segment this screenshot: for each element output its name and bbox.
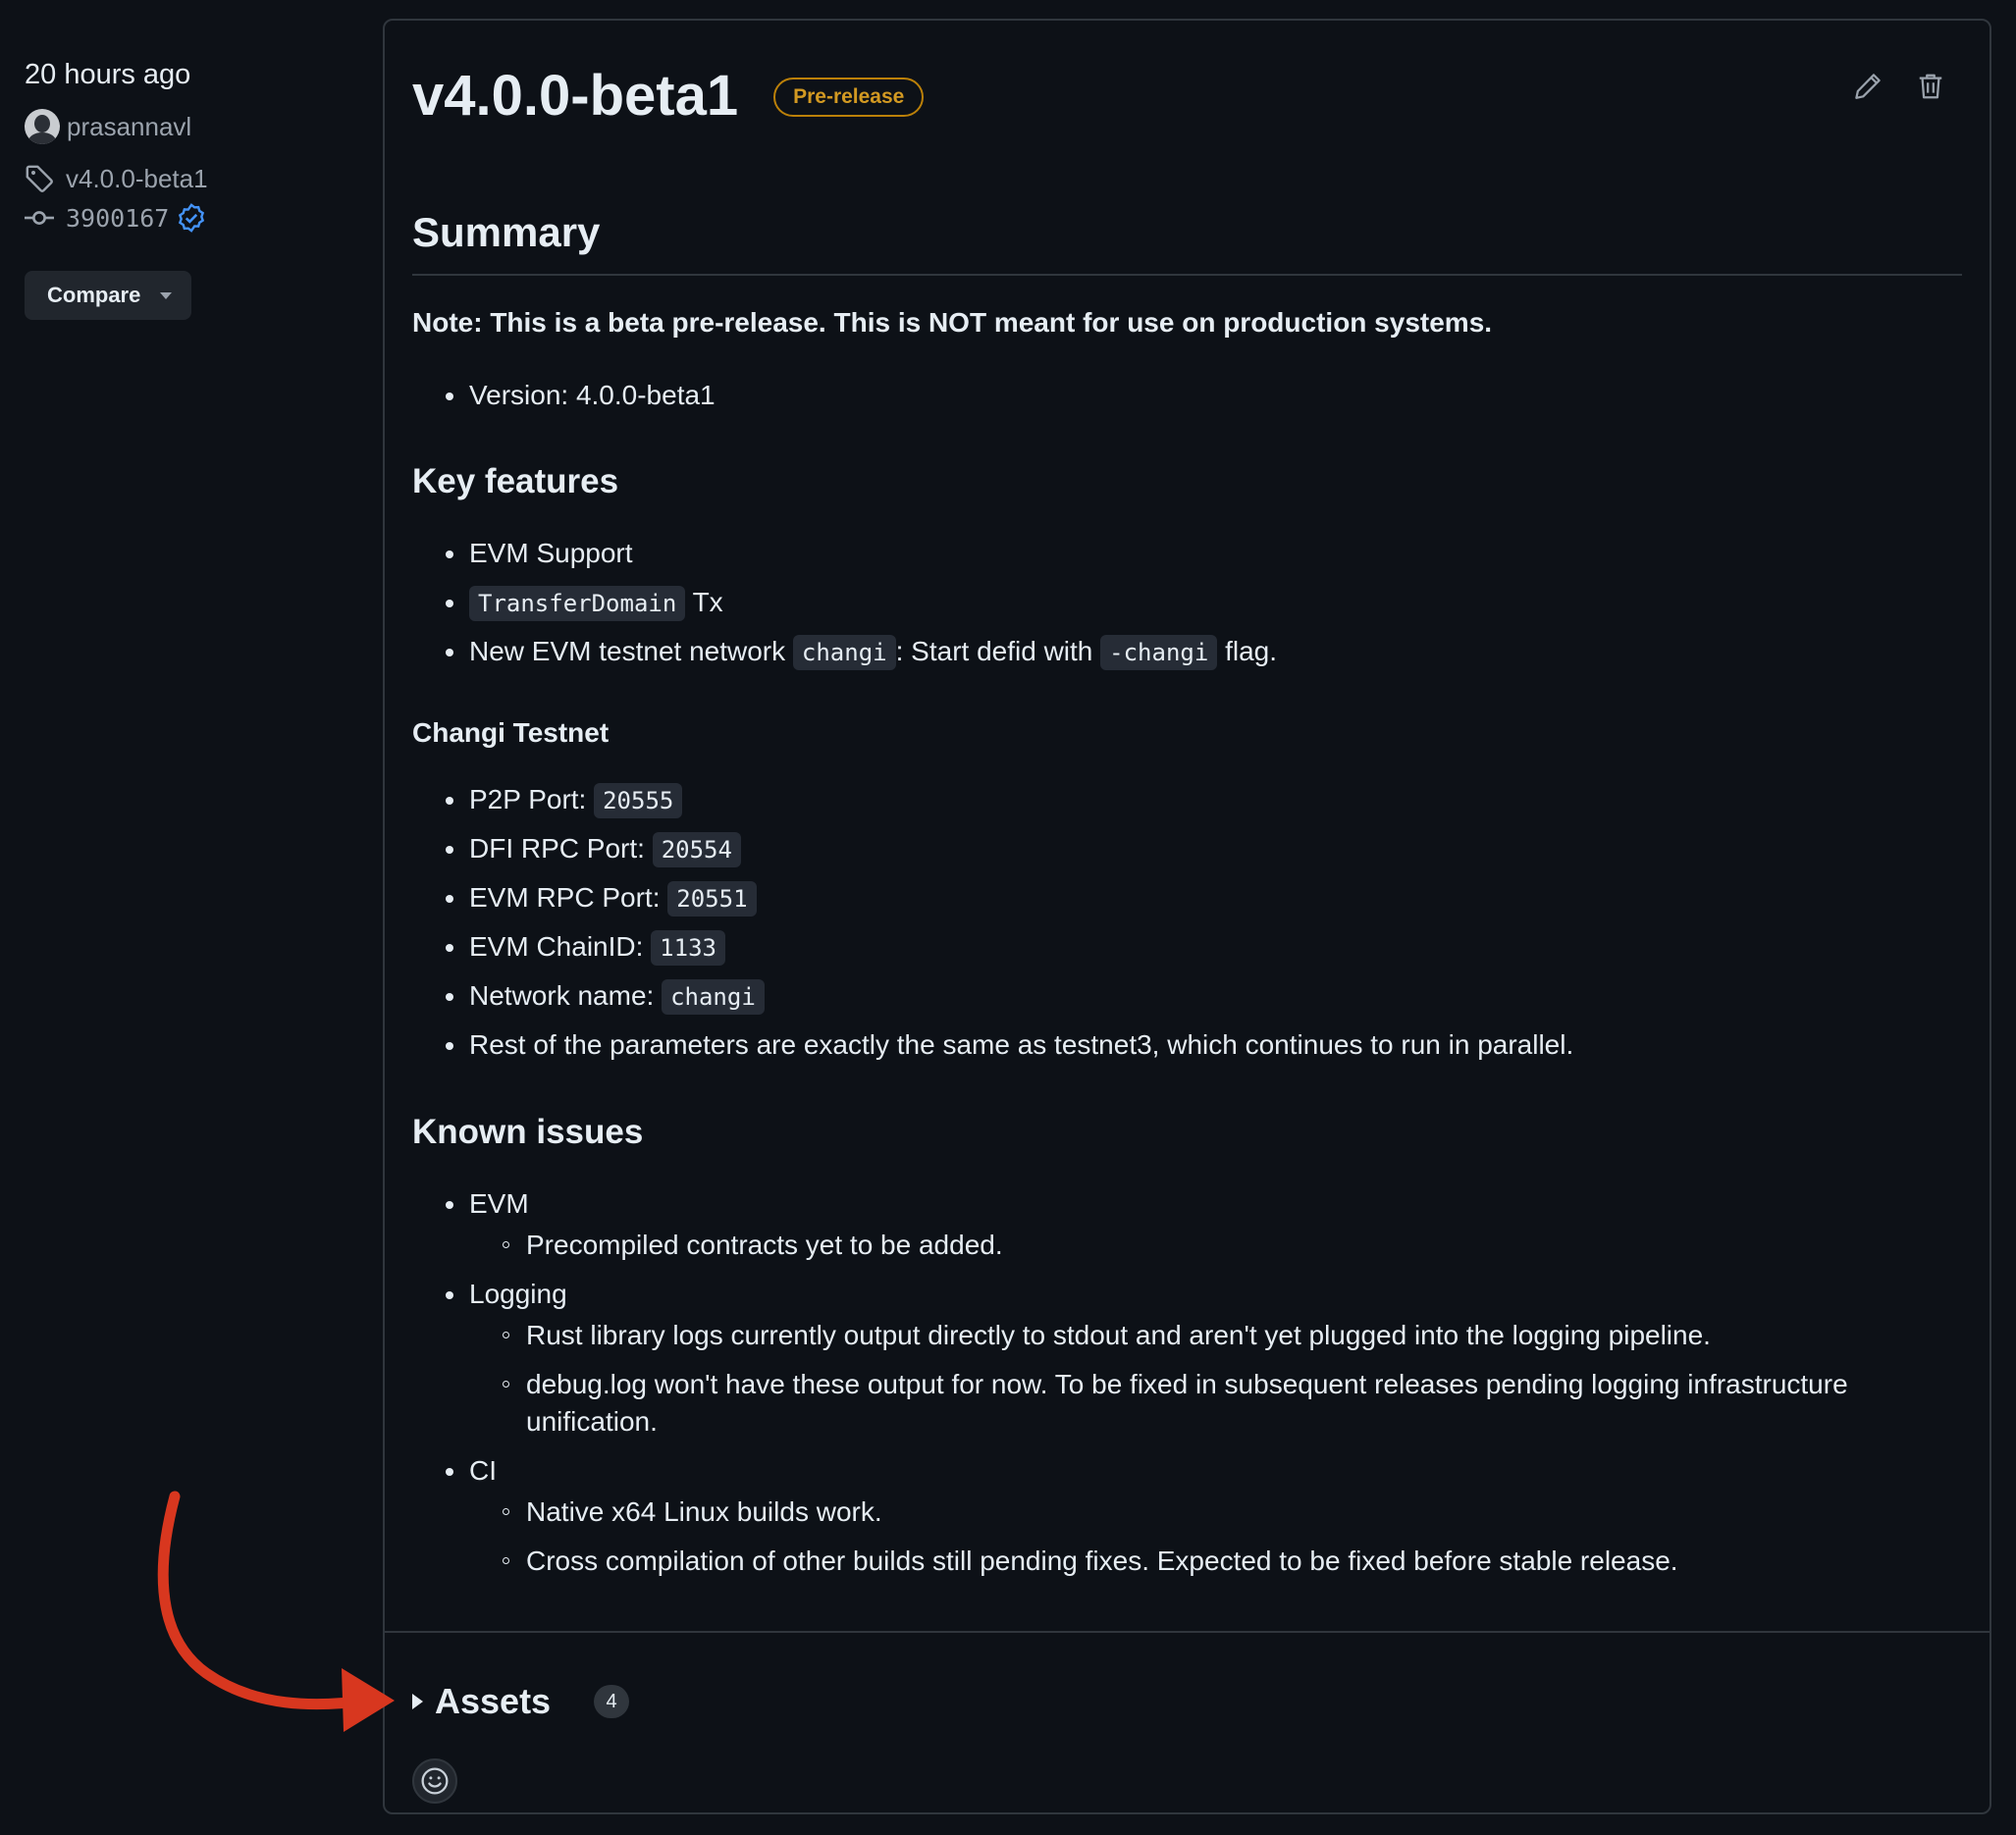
commit-sha-link[interactable]: 3900167 (66, 204, 169, 233)
tag-icon (26, 165, 53, 192)
inline-code: -changi (1100, 635, 1218, 670)
chevron-down-icon (160, 291, 173, 299)
heading-divider (412, 274, 1962, 276)
sub-list-item: Native x64 Linux builds work. (503, 1494, 1961, 1531)
disclosure-triangle-icon (412, 1694, 423, 1709)
list-item: Version: 4.0.0-beta1 (446, 377, 716, 426)
key-features-heading: Key features (412, 462, 619, 500)
avatar[interactable] (25, 109, 60, 144)
list-item: Rest of the parameters are exactly the s… (445, 1026, 1573, 1075)
list-item: Logging Rust library logs currently outp… (446, 1276, 1961, 1441)
version-list: Version: 4.0.0-beta1 (446, 377, 716, 426)
list-item: TransferDomain Tx (445, 584, 1277, 633)
sub-list-item: Cross compilation of other builds still … (503, 1543, 1961, 1580)
inline-code: TransferDomain (469, 586, 686, 621)
release-time: 20 hours ago (25, 59, 191, 90)
inline-code: changi (792, 635, 896, 670)
assets-title: Assets (435, 1681, 552, 1721)
assets-divider (385, 1631, 1989, 1633)
sub-list: Rust library logs currently output direc… (503, 1317, 1961, 1441)
smiley-icon (421, 1767, 449, 1795)
sub-list: Precompiled contracts yet to be added. (503, 1227, 1961, 1264)
inline-code: 1133 (651, 930, 725, 966)
sub-list-item: Precompiled contracts yet to be added. (503, 1227, 1961, 1264)
git-commit-icon (25, 211, 54, 225)
beta-note: Note: This is a beta pre-release. This i… (412, 307, 1493, 338)
sub-list-item: Rust library logs currently output direc… (503, 1317, 1961, 1354)
prerelease-badge: Pre-release (773, 78, 925, 117)
assets-toggle[interactable]: Assets 4 (412, 1681, 630, 1722)
known-issues-heading: Known issues (412, 1113, 644, 1151)
list-item: P2P Port: 20555 (445, 781, 1573, 830)
annotation-arrow-icon (157, 1491, 395, 1732)
release-title[interactable]: v4.0.0-beta1 (412, 63, 738, 129)
title-row: v4.0.0-beta1 Pre-release (412, 57, 1962, 133)
compare-button[interactable]: Compare (25, 271, 192, 320)
author-link[interactable]: prasannavl (67, 112, 191, 142)
sub-list-item: debug.log won't have these output for no… (503, 1366, 1961, 1441)
list-item: EVM RPC Port: 20551 (445, 879, 1573, 928)
assets-count-badge: 4 (594, 1685, 630, 1718)
inline-code: 20555 (594, 783, 683, 818)
issues-list: EVM Precompiled contracts yet to be adde… (446, 1185, 1961, 1592)
changi-list: P2P Port: 20555 DFI RPC Port: 20554 EVM … (445, 781, 1573, 1075)
list-item: Network name: changi (445, 977, 1573, 1026)
list-item: EVM Support (445, 535, 1277, 584)
summary-heading: Summary (412, 209, 601, 255)
tag-row[interactable]: v4.0.0-beta1 (25, 160, 348, 197)
sub-list: Native x64 Linux builds work. Cross comp… (503, 1494, 1961, 1580)
compare-label: Compare (47, 283, 141, 307)
list-item: EVM Precompiled contracts yet to be adde… (446, 1185, 1961, 1264)
verified-check-icon[interactable] (177, 203, 206, 233)
list-item: EVM ChainID: 1133 (445, 928, 1573, 977)
inline-code: 20551 (667, 881, 757, 917)
tag-link[interactable]: v4.0.0-beta1 (66, 164, 208, 194)
author-row[interactable]: prasannavl (25, 108, 348, 145)
list-item: New EVM testnet network changi: Start de… (445, 633, 1277, 682)
changi-heading: Changi Testnet (412, 717, 610, 748)
add-reaction-button[interactable] (412, 1758, 457, 1804)
release-card: v4.0.0-beta1 Pre-release Summary Note: T… (383, 19, 1991, 1814)
features-list: EVM Support TransferDomain Tx New EVM te… (445, 535, 1277, 682)
commit-row[interactable]: 3900167 (25, 199, 348, 236)
release-body: v4.0.0-beta1 Pre-release Summary Note: T… (412, 21, 1962, 1576)
list-item: CI Native x64 Linux builds work. Cross c… (446, 1452, 1961, 1580)
inline-code: 20554 (652, 832, 741, 867)
inline-code: changi (662, 979, 765, 1015)
release-meta: 20 hours ago prasannavl v4.0.0-beta1 390… (25, 59, 348, 320)
list-item: DFI RPC Port: 20554 (445, 830, 1573, 879)
